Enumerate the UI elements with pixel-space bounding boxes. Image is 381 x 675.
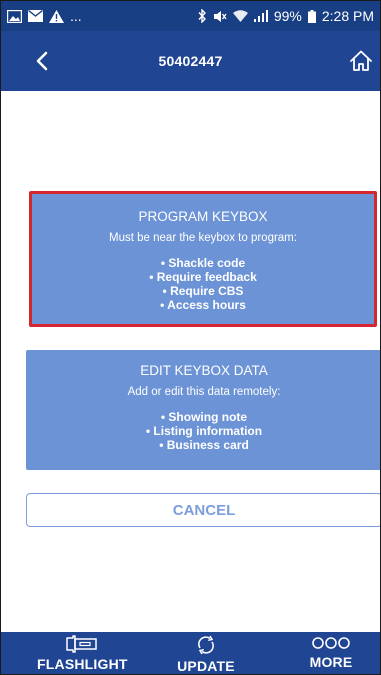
bottom-nav: FLASHLIGHT UPDATE MORE [1, 632, 380, 674]
wifi-icon [232, 10, 248, 22]
edit-keybox-subtitle: Add or edit this data remotely: [127, 386, 281, 398]
battery-percent: 99% [273, 8, 302, 24]
clock: 2:28 PM [321, 8, 374, 24]
image-icon [7, 9, 22, 23]
status-bar: ... 99% 2:28 PM [1, 1, 380, 31]
program-keybox-list: • Shackle code • Require feedback • Requ… [32, 256, 374, 312]
status-bar-left: ... [7, 8, 82, 24]
update-button[interactable]: UPDATE [166, 632, 246, 674]
more-icon [312, 637, 350, 649]
program-keybox-title: PROGRAM KEYBOX [138, 209, 268, 224]
home-button[interactable] [348, 48, 374, 74]
status-bar-right: 99% 2:28 PM [197, 8, 374, 24]
battery-icon [307, 9, 316, 23]
program-keybox-card[interactable]: PROGRAM KEYBOX Must be near the keybox t… [29, 191, 377, 327]
back-button[interactable] [31, 49, 55, 73]
list-item: • Require CBS [162, 284, 244, 298]
more-label: MORE [309, 654, 353, 670]
edit-keybox-data-card[interactable]: EDIT KEYBOX DATA Add or edit this data r… [26, 350, 380, 470]
app-screen: ... 99% 2:28 PM 50402447 PROGRAM KEYBOX … [0, 0, 381, 675]
flashlight-button[interactable]: FLASHLIGHT [37, 632, 127, 674]
warning-icon [49, 9, 64, 23]
cancel-button[interactable]: CANCEL [26, 493, 380, 527]
more-button[interactable]: MORE [301, 632, 361, 674]
edit-keybox-title: EDIT KEYBOX DATA [140, 363, 268, 378]
list-item: • Showing note [160, 410, 248, 424]
home-icon [350, 50, 372, 71]
page-title: 50402447 [158, 53, 223, 69]
notification-overflow: ... [70, 8, 82, 24]
bluetooth-icon [197, 9, 207, 23]
chevron-left-icon [36, 51, 48, 71]
signal-icon [253, 10, 268, 22]
program-keybox-subtitle: Must be near the keybox to program: [109, 232, 297, 244]
flashlight-icon [66, 635, 97, 653]
app-header: 50402447 [1, 31, 380, 91]
list-item: • Require feedback [149, 270, 257, 284]
list-item: • Access hours [160, 298, 246, 312]
sync-icon [198, 635, 214, 655]
flashlight-label: FLASHLIGHT [37, 656, 128, 672]
update-label: UPDATE [177, 658, 235, 674]
list-item: • Shackle code [160, 256, 246, 270]
edit-keybox-list: • Showing note • Listing information • B… [26, 410, 380, 452]
mail-icon [28, 10, 43, 22]
list-item: • Listing information [145, 424, 263, 438]
list-item: • Business card [159, 438, 249, 452]
mute-icon [213, 10, 227, 23]
